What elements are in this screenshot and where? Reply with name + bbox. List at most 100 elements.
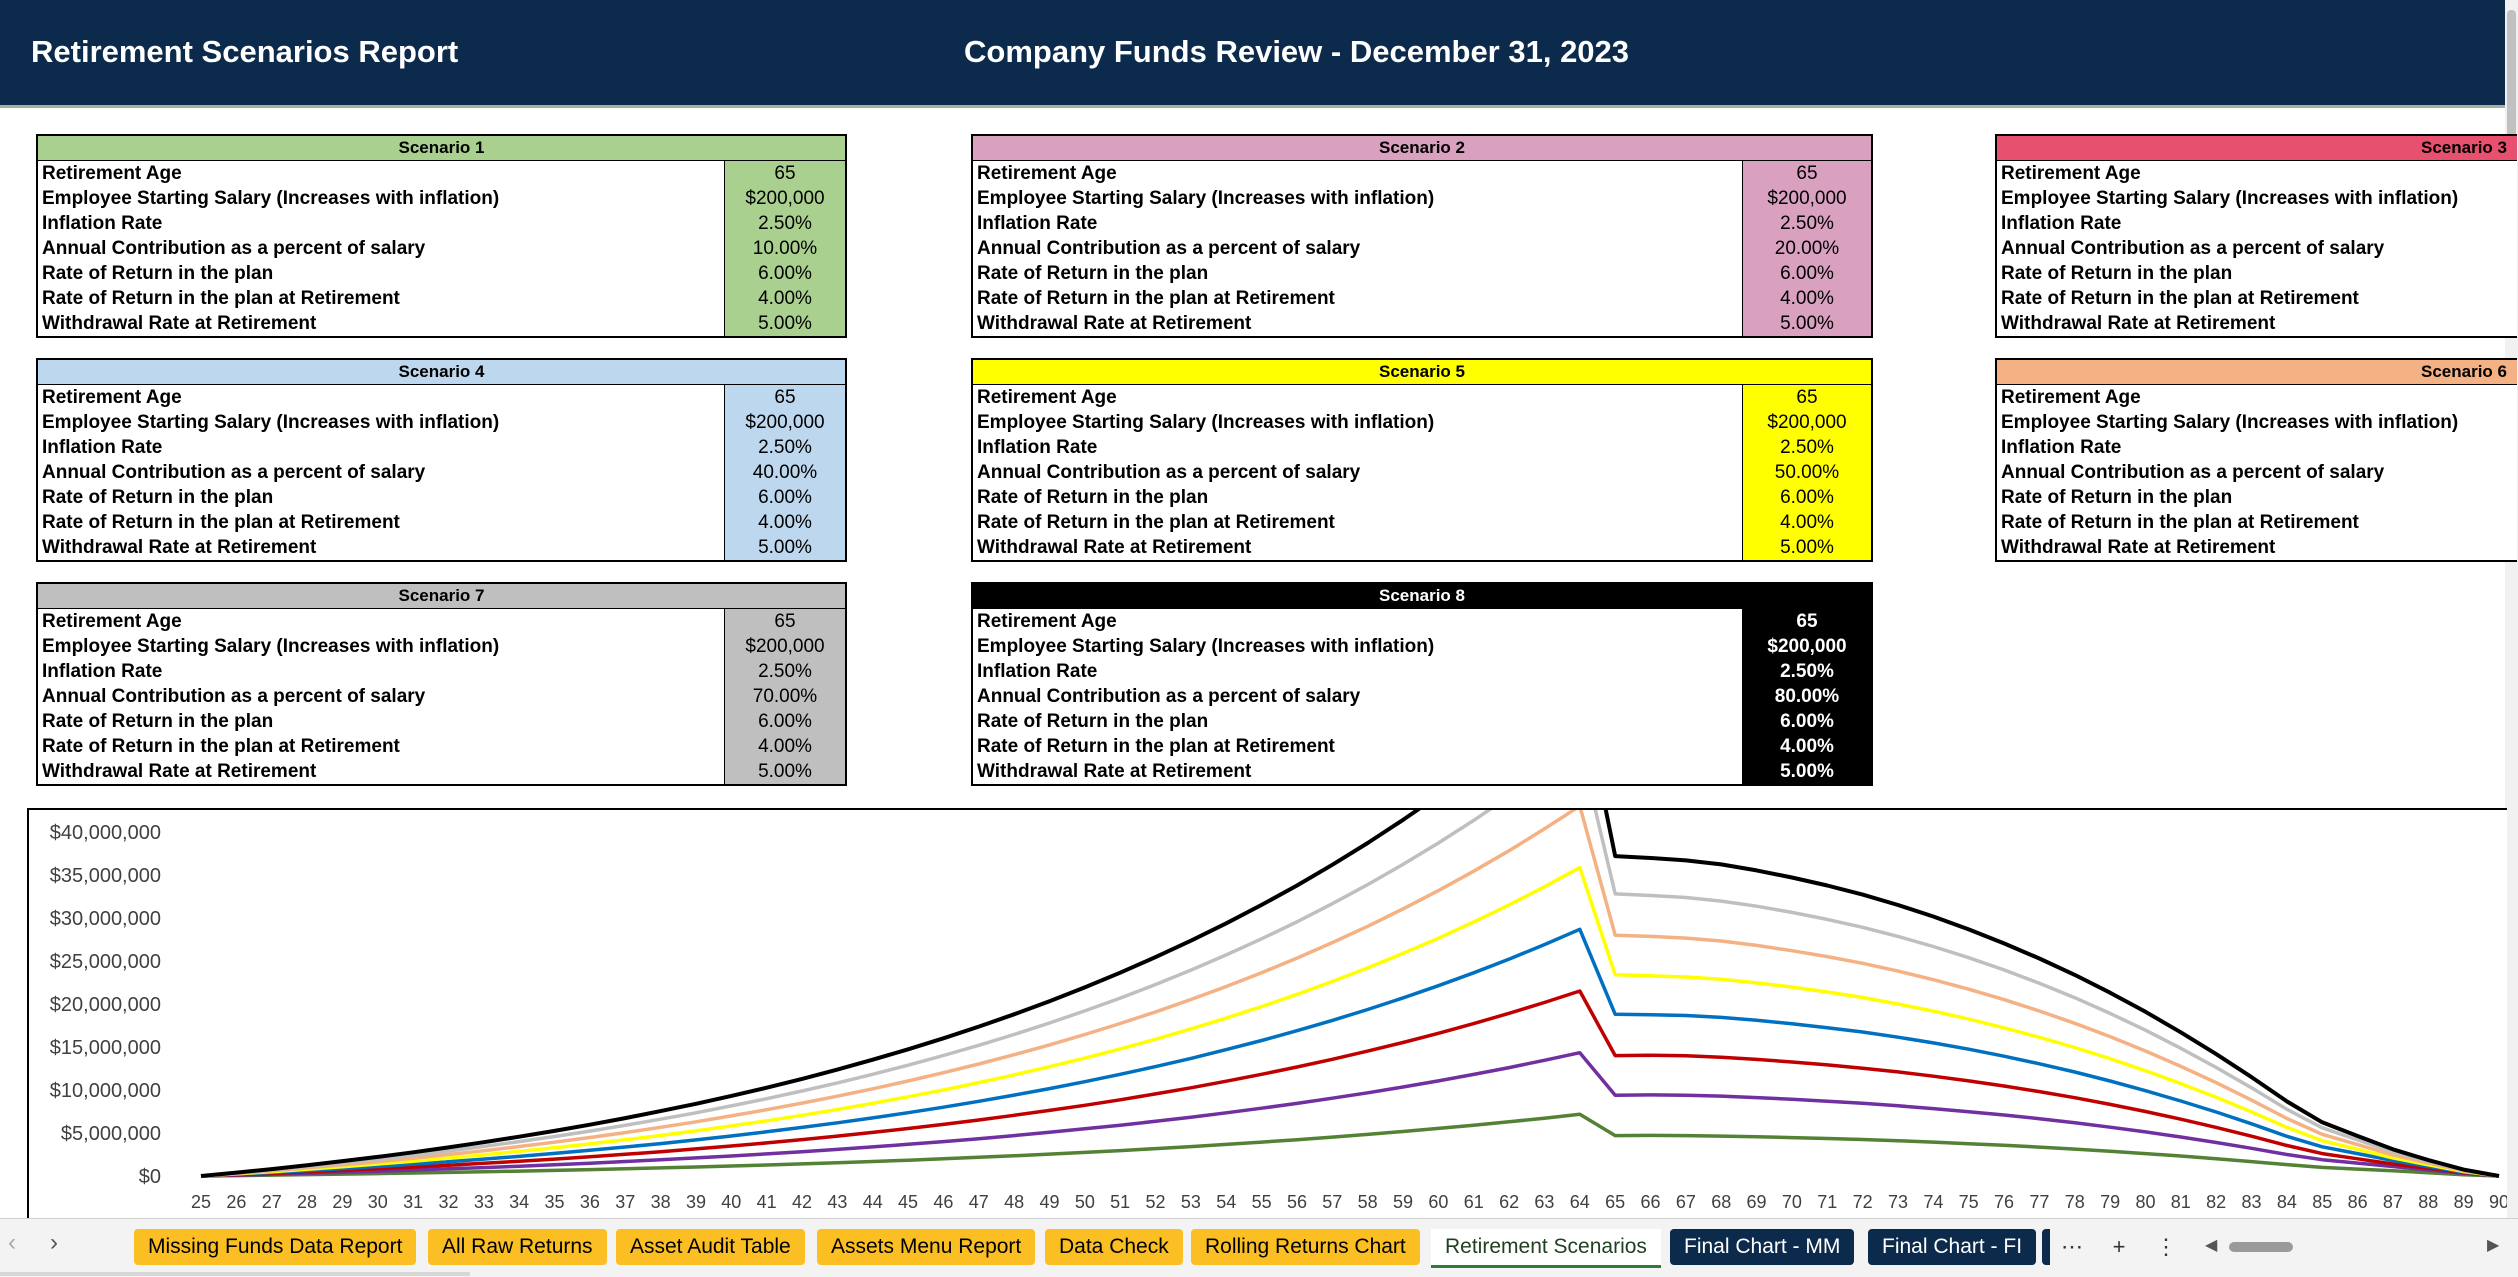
scenario-row-label[interactable]: Rate of Return in the plan <box>1997 261 2517 286</box>
scenario-row-label[interactable]: Employee Starting Salary (Increases with… <box>38 634 725 659</box>
scenario-row-label[interactable]: Annual Contribution as a percent of sala… <box>973 236 1743 261</box>
tab-rolling-returns-chart[interactable]: Rolling Returns Chart <box>1191 1229 1420 1265</box>
scenario-row-label[interactable]: Inflation Rate <box>1997 211 2517 236</box>
scenario-value[interactable]: 70.00% <box>724 684 845 709</box>
scenario-value[interactable]: 6.00% <box>1742 261 1871 286</box>
scenario-row-label[interactable]: Rate of Return in the plan at Retirement <box>38 510 725 535</box>
scenario-row-label[interactable]: Employee Starting Salary (Increases with… <box>973 410 1743 435</box>
scenario-value[interactable]: 65 <box>1742 609 1871 634</box>
scenario-row-label[interactable]: Withdrawal Rate at Retirement <box>1997 311 2517 336</box>
scenario-row-label[interactable]: Employee Starting Salary (Increases with… <box>38 186 725 211</box>
horizontal-scrollbar-thumb[interactable] <box>2229 1242 2293 1252</box>
scenario-value[interactable]: $200,000 <box>1742 186 1871 211</box>
scenario-row-label[interactable]: Employee Starting Salary (Increases with… <box>38 410 725 435</box>
scenario-row-label[interactable]: Inflation Rate <box>973 659 1743 684</box>
scenario-value[interactable]: 65 <box>1742 385 1871 410</box>
scenario-row-label[interactable]: Annual Contribution as a percent of sala… <box>38 684 725 709</box>
scenario-value[interactable]: 6.00% <box>1742 485 1871 510</box>
scenario-value[interactable]: 65 <box>1742 161 1871 186</box>
tab-asset-audit-table[interactable]: Asset Audit Table <box>616 1229 805 1265</box>
scenario-value[interactable]: 4.00% <box>1742 510 1871 535</box>
scenario-value[interactable]: 5.00% <box>1742 535 1871 560</box>
scenario-row-label[interactable]: Rate of Return in the plan <box>973 261 1743 286</box>
horizontal-scrollbar[interactable]: ◀ ▶ <box>2205 1233 2505 1261</box>
add-sheet-icon[interactable]: + <box>2102 1229 2136 1265</box>
scenario-row-label[interactable]: Employee Starting Salary (Increases with… <box>973 186 1743 211</box>
scenario-value[interactable]: 4.00% <box>1742 734 1871 759</box>
scenario-value[interactable]: 65 <box>724 161 845 186</box>
scenario-value[interactable]: 6.00% <box>1742 709 1871 734</box>
scenario-row-label[interactable]: Withdrawal Rate at Retirement <box>973 311 1743 336</box>
scenario-value[interactable]: 4.00% <box>724 286 845 311</box>
scenario-value[interactable]: 4.00% <box>724 734 845 759</box>
scenario-value[interactable]: 5.00% <box>1742 311 1871 336</box>
scenario-value[interactable]: $200,000 <box>724 634 845 659</box>
scenario-row-label[interactable]: Retirement Age <box>38 385 725 410</box>
scenario-row-label[interactable]: Withdrawal Rate at Retirement <box>973 759 1743 784</box>
scenario-row-label[interactable]: Inflation Rate <box>38 211 725 236</box>
scenario-value[interactable]: 2.50% <box>1742 435 1871 460</box>
scenario-row-label[interactable]: Rate of Return in the plan at Retirement <box>1997 510 2517 535</box>
scenario-value[interactable]: 40.00% <box>724 460 845 485</box>
scenario-row-label[interactable]: Withdrawal Rate at Retirement <box>38 311 725 336</box>
scenario-row-label[interactable]: Rate of Return in the plan at Retirement <box>1997 286 2517 311</box>
scenario-value[interactable]: 65 <box>724 385 845 410</box>
scenario-row-label[interactable]: Rate of Return in the plan at Retirement <box>38 734 725 759</box>
scenario-value[interactable]: 4.00% <box>724 510 845 535</box>
scenario-value[interactable]: 6.00% <box>724 709 845 734</box>
scenario-value[interactable]: 65 <box>724 609 845 634</box>
tab-final-chart-mm[interactable]: Final Chart - MM <box>1670 1229 1855 1265</box>
scroll-right-icon[interactable]: ▶ <box>2487 1235 2499 1255</box>
scenario-value[interactable]: 50.00% <box>1742 460 1871 485</box>
scenario-row-label[interactable]: Annual Contribution as a percent of sala… <box>973 460 1743 485</box>
scenario-value[interactable]: 5.00% <box>724 759 845 784</box>
scenario-value[interactable]: 10.00% <box>724 236 845 261</box>
scenario-row-label[interactable]: Retirement Age <box>38 609 725 634</box>
scenario-row-label[interactable]: Inflation Rate <box>1997 435 2517 460</box>
scenario-row-label[interactable]: Rate of Return in the plan <box>973 709 1743 734</box>
scenario-row-label[interactable]: Retirement Age <box>38 161 725 186</box>
scenario-row-label[interactable]: Inflation Rate <box>38 435 725 460</box>
scenario-row-label[interactable]: Employee Starting Salary (Increases with… <box>1997 186 2517 211</box>
scenario-row-label[interactable]: Employee Starting Salary (Increases with… <box>973 634 1743 659</box>
scenario-row-label[interactable]: Annual Contribution as a percent of sala… <box>973 684 1743 709</box>
tab-data-check[interactable]: Data Check <box>1045 1229 1183 1265</box>
scenario-value[interactable]: 5.00% <box>1742 759 1871 784</box>
scenario-row-label[interactable]: Rate of Return in the plan at Retirement <box>973 734 1743 759</box>
scenario-value[interactable]: 5.00% <box>724 535 845 560</box>
tab-prev-icon[interactable]: ‹ <box>8 1229 16 1257</box>
tab-all-raw-returns[interactable]: All Raw Returns <box>428 1229 607 1265</box>
scenario-value[interactable]: 6.00% <box>724 485 845 510</box>
scenario-row-label[interactable]: Rate of Return in the plan <box>38 485 725 510</box>
more-sheets-icon[interactable]: ⋯ <box>2055 1229 2089 1265</box>
tab-retirement-scenarios[interactable]: Retirement Scenarios <box>1431 1229 1661 1268</box>
scenario-value[interactable]: $200,000 <box>1742 410 1871 435</box>
scenario-row-label[interactable]: Annual Contribution as a percent of sala… <box>1997 460 2517 485</box>
scenario-value[interactable]: 2.50% <box>1742 211 1871 236</box>
scenario-value[interactable]: 2.50% <box>724 211 845 236</box>
scenario-row-label[interactable]: Withdrawal Rate at Retirement <box>38 759 725 784</box>
sheet-options-icon[interactable]: ⋮ <box>2149 1229 2183 1265</box>
scenario-row-label[interactable]: Rate of Return in the plan at Retirement <box>973 510 1743 535</box>
scenario-row-label[interactable]: Withdrawal Rate at Retirement <box>38 535 725 560</box>
tab-missing-funds-data-report[interactable]: Missing Funds Data Report <box>134 1229 417 1265</box>
scenario-row-label[interactable]: Retirement Age <box>1997 161 2517 186</box>
scenario-value[interactable]: 2.50% <box>724 435 845 460</box>
series-line-6[interactable] <box>200 810 2500 1178</box>
scenario-row-label[interactable]: Rate of Return in the plan <box>38 261 725 286</box>
series-line-8[interactable] <box>200 810 2500 1178</box>
tab-final-chart-fi[interactable]: Final Chart - FI <box>1868 1229 2037 1265</box>
scenario-value[interactable]: 4.00% <box>1742 286 1871 311</box>
series-line-7[interactable] <box>200 810 2500 1178</box>
scenario-value[interactable]: 20.00% <box>1742 236 1871 261</box>
tab-assets-menu-report[interactable]: Assets Menu Report <box>817 1229 1036 1265</box>
scenario-row-label[interactable]: Rate of Return in the plan at Retirement <box>973 286 1743 311</box>
scenario-row-label[interactable]: Annual Contribution as a percent of sala… <box>1997 236 2517 261</box>
scenario-value[interactable]: $200,000 <box>1742 634 1871 659</box>
tab-next-icon[interactable]: › <box>50 1229 58 1257</box>
scenario-value[interactable]: $200,000 <box>724 410 845 435</box>
scenario-row-label[interactable]: Employee Starting Salary (Increases with… <box>1997 410 2517 435</box>
scenario-value[interactable]: 5.00% <box>724 311 845 336</box>
series-line-5[interactable] <box>200 865 2500 1178</box>
scenario-row-label[interactable]: Withdrawal Rate at Retirement <box>973 535 1743 560</box>
